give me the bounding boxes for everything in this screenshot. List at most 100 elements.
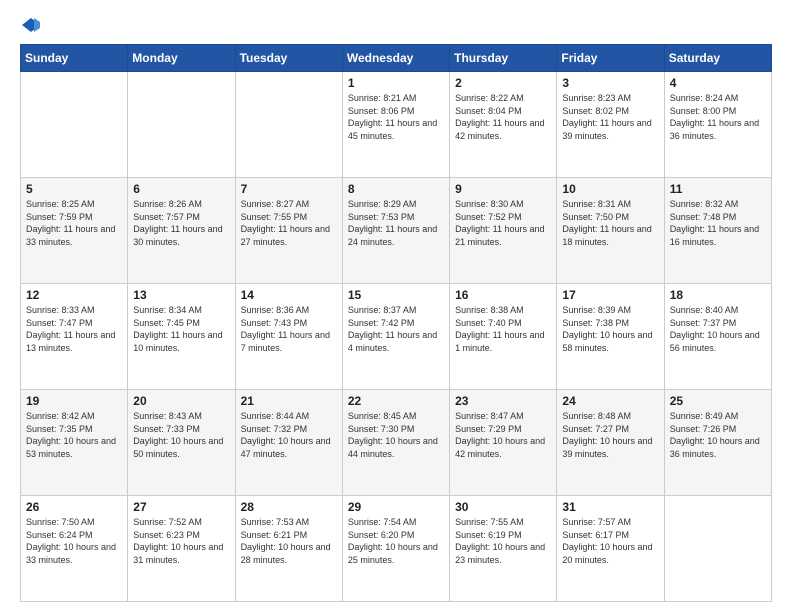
calendar-cell: 23 Sunrise: 8:47 AMSunset: 7:29 PMDayligh… [450,390,557,496]
day-info: Sunrise: 8:26 AMSunset: 7:57 PMDaylight:… [133,198,229,248]
week-row-3: 12 Sunrise: 8:33 AMSunset: 7:47 PMDayligh… [21,284,772,390]
calendar-cell: 18 Sunrise: 8:40 AMSunset: 7:37 PMDayligh… [664,284,771,390]
day-number: 19 [26,394,122,408]
weekday-header-row: SundayMondayTuesdayWednesdayThursdayFrid… [21,45,772,72]
calendar-cell: 10 Sunrise: 8:31 AMSunset: 7:50 PMDayligh… [557,178,664,284]
day-info: Sunrise: 8:22 AMSunset: 8:04 PMDaylight:… [455,92,551,142]
day-number: 14 [241,288,337,302]
calendar-cell [128,72,235,178]
day-number: 23 [455,394,551,408]
day-info: Sunrise: 8:45 AMSunset: 7:30 PMDaylight:… [348,410,444,460]
day-info: Sunrise: 8:48 AMSunset: 7:27 PMDaylight:… [562,410,658,460]
day-info: Sunrise: 8:21 AMSunset: 8:06 PMDaylight:… [348,92,444,142]
day-number: 29 [348,500,444,514]
day-info: Sunrise: 8:23 AMSunset: 8:02 PMDaylight:… [562,92,658,142]
day-number: 1 [348,76,444,90]
day-info: Sunrise: 8:25 AMSunset: 7:59 PMDaylight:… [26,198,122,248]
calendar-cell [664,496,771,602]
day-info: Sunrise: 8:32 AMSunset: 7:48 PMDaylight:… [670,198,766,248]
day-number: 22 [348,394,444,408]
day-number: 18 [670,288,766,302]
day-info: Sunrise: 7:52 AMSunset: 6:23 PMDaylight:… [133,516,229,566]
day-info: Sunrise: 8:49 AMSunset: 7:26 PMDaylight:… [670,410,766,460]
page: SundayMondayTuesdayWednesdayThursdayFrid… [0,0,792,612]
day-number: 13 [133,288,229,302]
calendar-cell: 12 Sunrise: 8:33 AMSunset: 7:47 PMDayligh… [21,284,128,390]
calendar-cell: 19 Sunrise: 8:42 AMSunset: 7:35 PMDayligh… [21,390,128,496]
calendar-cell: 9Sunrise: 8:30 AMSunset: 7:52 PMDaylight… [450,178,557,284]
calendar-cell: 1 Sunrise: 8:21 AMSunset: 8:06 PMDaylight… [342,72,449,178]
logo-flag-icon [22,16,40,34]
week-row-1: 1 Sunrise: 8:21 AMSunset: 8:06 PMDaylight… [21,72,772,178]
calendar-cell: 15 Sunrise: 8:37 AMSunset: 7:42 PMDayligh… [342,284,449,390]
calendar-cell: 27 Sunrise: 7:52 AMSunset: 6:23 PMDayligh… [128,496,235,602]
week-row-4: 19 Sunrise: 8:42 AMSunset: 7:35 PMDayligh… [21,390,772,496]
day-number: 7 [241,182,337,196]
logo [20,18,40,34]
day-info: Sunrise: 7:50 AMSunset: 6:24 PMDaylight:… [26,516,122,566]
day-info: Sunrise: 8:24 AMSunset: 8:00 PMDaylight:… [670,92,766,142]
day-info: Sunrise: 8:37 AMSunset: 7:42 PMDaylight:… [348,304,444,354]
day-info: Sunrise: 7:53 AMSunset: 6:21 PMDaylight:… [241,516,337,566]
calendar-cell: 17 Sunrise: 8:39 AMSunset: 7:38 PMDayligh… [557,284,664,390]
day-number: 21 [241,394,337,408]
day-number: 31 [562,500,658,514]
day-info: Sunrise: 8:29 AMSunset: 7:53 PMDaylight:… [348,198,444,248]
calendar-cell: 4Sunrise: 8:24 AMSunset: 8:00 PMDaylight… [664,72,771,178]
day-number: 16 [455,288,551,302]
week-row-2: 5Sunrise: 8:25 AMSunset: 7:59 PMDaylight… [21,178,772,284]
calendar-cell: 21 Sunrise: 8:44 AMSunset: 7:32 PMDayligh… [235,390,342,496]
calendar-cell: 3 Sunrise: 8:23 AMSunset: 8:02 PMDaylight… [557,72,664,178]
day-info: Sunrise: 8:34 AMSunset: 7:45 PMDaylight:… [133,304,229,354]
calendar-cell: 30 Sunrise: 7:55 AMSunset: 6:19 PMDayligh… [450,496,557,602]
day-number: 25 [670,394,766,408]
day-number: 15 [348,288,444,302]
day-info: Sunrise: 7:57 AMSunset: 6:17 PMDaylight:… [562,516,658,566]
day-info: Sunrise: 8:30 AMSunset: 7:52 PMDaylight:… [455,198,551,248]
weekday-header-tuesday: Tuesday [235,45,342,72]
day-number: 30 [455,500,551,514]
day-info: Sunrise: 8:39 AMSunset: 7:38 PMDaylight:… [562,304,658,354]
day-number: 2 [455,76,551,90]
day-number: 3 [562,76,658,90]
calendar-cell [21,72,128,178]
day-info: Sunrise: 8:31 AMSunset: 7:50 PMDaylight:… [562,198,658,248]
day-number: 11 [670,182,766,196]
calendar-cell: 28 Sunrise: 7:53 AMSunset: 6:21 PMDayligh… [235,496,342,602]
calendar-cell: 13 Sunrise: 8:34 AMSunset: 7:45 PMDayligh… [128,284,235,390]
day-info: Sunrise: 8:33 AMSunset: 7:47 PMDaylight:… [26,304,122,354]
calendar-cell: 22 Sunrise: 8:45 AMSunset: 7:30 PMDayligh… [342,390,449,496]
weekday-header-saturday: Saturday [664,45,771,72]
day-info: Sunrise: 7:55 AMSunset: 6:19 PMDaylight:… [455,516,551,566]
day-info: Sunrise: 8:38 AMSunset: 7:40 PMDaylight:… [455,304,551,354]
header [20,18,772,34]
week-row-5: 26Sunrise: 7:50 AMSunset: 6:24 PMDayligh… [21,496,772,602]
calendar-cell: 20 Sunrise: 8:43 AMSunset: 7:33 PMDayligh… [128,390,235,496]
day-number: 10 [562,182,658,196]
calendar-cell: 31 Sunrise: 7:57 AMSunset: 6:17 PMDayligh… [557,496,664,602]
weekday-header-monday: Monday [128,45,235,72]
calendar-table: SundayMondayTuesdayWednesdayThursdayFrid… [20,44,772,602]
day-number: 8 [348,182,444,196]
day-number: 28 [241,500,337,514]
calendar-cell: 8 Sunrise: 8:29 AMSunset: 7:53 PMDaylight… [342,178,449,284]
day-number: 6 [133,182,229,196]
day-info: Sunrise: 7:54 AMSunset: 6:20 PMDaylight:… [348,516,444,566]
weekday-header-friday: Friday [557,45,664,72]
day-number: 17 [562,288,658,302]
day-number: 27 [133,500,229,514]
calendar-cell: 6 Sunrise: 8:26 AMSunset: 7:57 PMDaylight… [128,178,235,284]
calendar-cell: 24Sunrise: 8:48 AMSunset: 7:27 PMDayligh… [557,390,664,496]
day-info: Sunrise: 8:27 AMSunset: 7:55 PMDaylight:… [241,198,337,248]
calendar-cell: 11 Sunrise: 8:32 AMSunset: 7:48 PMDayligh… [664,178,771,284]
day-info: Sunrise: 8:44 AMSunset: 7:32 PMDaylight:… [241,410,337,460]
day-number: 20 [133,394,229,408]
day-info: Sunrise: 8:47 AMSunset: 7:29 PMDaylight:… [455,410,551,460]
day-number: 12 [26,288,122,302]
calendar-cell: 16 Sunrise: 8:38 AMSunset: 7:40 PMDayligh… [450,284,557,390]
day-info: Sunrise: 8:43 AMSunset: 7:33 PMDaylight:… [133,410,229,460]
day-info: Sunrise: 8:42 AMSunset: 7:35 PMDaylight:… [26,410,122,460]
day-info: Sunrise: 8:40 AMSunset: 7:37 PMDaylight:… [670,304,766,354]
weekday-header-sunday: Sunday [21,45,128,72]
weekday-header-thursday: Thursday [450,45,557,72]
